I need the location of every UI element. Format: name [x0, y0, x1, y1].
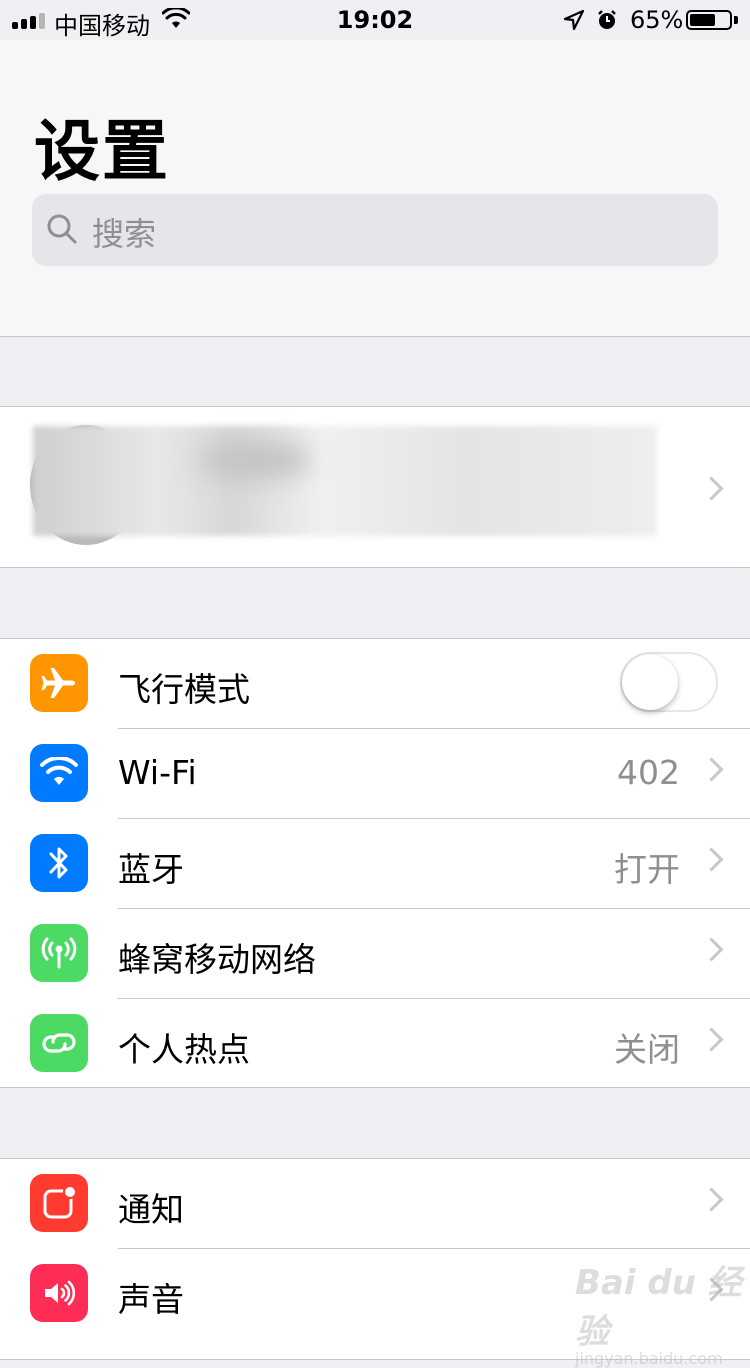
battery-nub: [734, 16, 738, 24]
status-bar: 中国移动 19:02 65%: [0, 0, 750, 40]
cellular-icon: [30, 924, 88, 982]
hotspot-status-value: 关闭: [614, 1030, 680, 1069]
row-label: 个人热点: [118, 1030, 250, 1069]
watermark-text: Bai du 经验: [575, 1263, 742, 1352]
chevron-right-icon: [699, 847, 724, 872]
row-label: 声音: [118, 1280, 184, 1319]
bluetooth-status-value: 打开: [614, 850, 680, 889]
chevron-right-icon: [699, 1027, 724, 1052]
battery-percent: 65%: [630, 6, 684, 34]
row-label: 通知: [118, 1190, 184, 1229]
search-icon: [47, 214, 77, 244]
watermark: Bai du 经验 jingyan.baidu.com: [575, 1255, 750, 1368]
notifications-icon: [30, 1174, 88, 1232]
airplane-icon: [30, 654, 88, 712]
battery-icon: [686, 10, 732, 30]
toggle-knob: [622, 654, 678, 710]
chevron-right-icon: [699, 1187, 724, 1212]
row-airplane-mode: 飞行模式: [0, 639, 750, 729]
row-label: 蓝牙: [118, 850, 184, 889]
location-arrow-icon: [563, 9, 585, 31]
chevron-right-icon: [699, 757, 724, 782]
bluetooth-icon: [30, 834, 88, 892]
row-personal-hotspot[interactable]: 个人热点 关闭: [0, 999, 750, 1089]
sounds-icon: [30, 1264, 88, 1322]
row-label: 蜂窝移动网络: [118, 940, 316, 979]
chevron-right-icon: [699, 937, 724, 962]
airplane-mode-toggle[interactable]: [620, 652, 718, 712]
row-bluetooth[interactable]: 蓝牙 打开: [0, 819, 750, 909]
alarm-icon: [598, 10, 616, 29]
watermark-url: jingyan.baidu.com: [575, 1349, 723, 1368]
hotspot-icon: [30, 1014, 88, 1072]
blurred-profile-info: [33, 426, 657, 536]
wifi-icon: [30, 744, 88, 802]
row-label: Wi-Fi: [118, 753, 197, 792]
row-cellular[interactable]: 蜂窝移动网络: [0, 909, 750, 999]
page-title: 设置: [34, 113, 170, 190]
connectivity-group: 飞行模式 Wi-Fi 402 蓝牙 打开 蜂窝移动网络 个人热点 关闭: [0, 638, 750, 1088]
wifi-network-value: 402: [617, 753, 680, 792]
chevron-right-icon: [699, 476, 724, 501]
search-placeholder: 搜索: [92, 215, 157, 253]
row-wifi[interactable]: Wi-Fi 402: [0, 729, 750, 819]
row-label: 飞行模式: [118, 670, 250, 709]
row-notifications[interactable]: 通知: [0, 1159, 750, 1249]
blurred-name: [200, 440, 310, 480]
